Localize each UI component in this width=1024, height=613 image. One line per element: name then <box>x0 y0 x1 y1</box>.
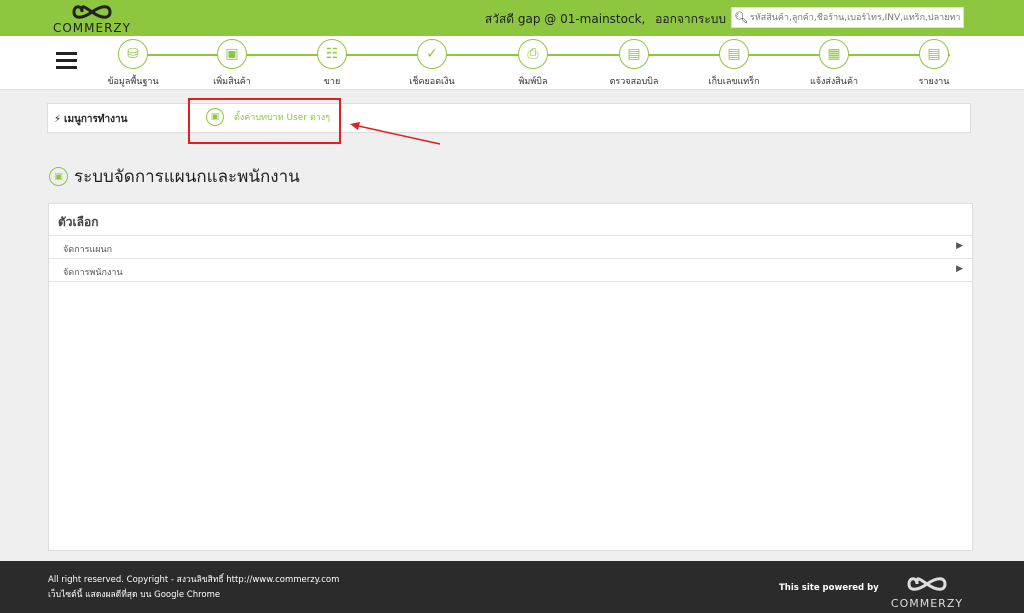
footer-powered-by: This site powered by <box>779 583 879 593</box>
options-header: ตัวเลือก <box>49 204 972 236</box>
nav-label: แจ้งส่งสินค้า <box>809 77 859 87</box>
nav-item-tracking[interactable]: ▤ เก็บเลขแทร็ก <box>694 39 774 88</box>
option-manage-employees[interactable]: จัดการพนักงาน ▶ <box>49 259 972 282</box>
infinity-logo-icon <box>72 5 112 19</box>
report-icon: ▤ <box>919 39 949 69</box>
annotation-highlight-box <box>188 98 341 144</box>
page-title: ▣ ระบบจัดการแผนกและพนักงาน <box>49 163 300 190</box>
option-label: จัดการแผนก <box>63 245 113 255</box>
logo-text: COMMERZY <box>52 21 131 35</box>
nav-label: พิมพ์บิล <box>518 77 548 87</box>
cash-register-icon: ☷ <box>317 39 347 69</box>
printer-icon: ⎙ <box>518 39 548 69</box>
nav-label: เช็คยอดเงิน <box>409 77 455 87</box>
nav-item-shipping[interactable]: ▦ แจ้งส่งสินค้า <box>794 39 874 88</box>
hamburger-menu-icon[interactable] <box>56 52 77 70</box>
truck-icon: ▦ <box>819 39 849 69</box>
nav-label: รายงาน <box>918 77 950 87</box>
scanner-icon: ▤ <box>619 39 649 69</box>
annotation-arrow-icon <box>350 122 441 145</box>
footer: All right reserved. Copyright - สงวนลิขส… <box>0 561 1024 613</box>
nav-item-check-money[interactable]: ✓ เช็คยอดเงิน <box>392 39 472 88</box>
nav-label: เก็บเลขแทร็ก <box>708 77 760 87</box>
global-search[interactable]: 🔍︎ <box>731 7 964 28</box>
work-menu-title-text: เมนูการทำงาน <box>64 114 128 125</box>
footer-browser-note: เว็บไซต์นี้ แสดงผลดีที่สุด บน Google Chr… <box>48 590 221 600</box>
gift-icon: ▣ <box>49 167 68 186</box>
top-bar: COMMERZY สวัสดี gap @ 01-mainstock, ออกจ… <box>0 0 1024 36</box>
caret-right-icon: ▶ <box>956 264 963 274</box>
footer-logo-text: COMMERZY <box>890 597 964 610</box>
nav-item-basic-data[interactable]: ⛁ ข้อมูลพื้นฐาน <box>93 39 173 88</box>
commerzy-logo[interactable]: COMMERZY <box>46 2 138 36</box>
nav-label: เพิ่มสินค้า <box>213 77 251 87</box>
logout-link[interactable]: ออกจากระบบ <box>655 12 726 26</box>
lightning-icon: ⚡︎ <box>54 114 62 125</box>
nav-label: ข้อมูลพื้นฐาน <box>107 77 159 87</box>
option-label: จัดการพนักงาน <box>63 268 123 278</box>
greeting-text: สวัสดี gap @ 01-mainstock, <box>484 12 646 26</box>
nav-item-verify-bill[interactable]: ▤ ตรวจสอบบิล <box>594 39 674 88</box>
options-panel: ตัวเลือก จัดการแผนก ▶ จัดการพนักงาน ▶ <box>48 203 973 551</box>
work-menu-bar: ⚡︎ เมนูการทำงาน ▣ ตั้งค่าบทบาท User ต่างๆ <box>47 103 971 133</box>
nav-item-sell[interactable]: ☷ ขาย <box>292 39 372 88</box>
infinity-logo-icon <box>907 577 947 591</box>
caret-right-icon: ▶ <box>956 241 963 251</box>
option-manage-departments[interactable]: จัดการแผนก ▶ <box>49 236 972 259</box>
work-menu-title: ⚡︎ เมนูการทำงาน <box>54 112 127 127</box>
main-nav: ⛁ ข้อมูลพื้นฐาน ▣ เพิ่มสินค้า ☷ ขาย ✓ เช… <box>0 36 1024 90</box>
nav-item-report[interactable]: ▤ รายงาน <box>894 39 974 88</box>
check-money-icon: ✓ <box>417 39 447 69</box>
search-input[interactable] <box>750 12 960 23</box>
footer-commerzy-logo: COMMERZY <box>880 574 974 610</box>
barcode-scanner-icon: ▤ <box>719 39 749 69</box>
nav-label: ตรวจสอบบิล <box>609 77 659 87</box>
database-icon: ⛁ <box>118 39 148 69</box>
page-title-text: ระบบจัดการแผนกและพนักงาน <box>74 167 300 187</box>
nav-item-add-product[interactable]: ▣ เพิ่มสินค้า <box>192 39 272 88</box>
nav-label: ขาย <box>323 77 341 87</box>
footer-copyright: All right reserved. Copyright - สงวนลิขส… <box>48 575 340 585</box>
search-icon: 🔍︎ <box>734 11 748 24</box>
user-greeting: สวัสดี gap @ 01-mainstock, ออกจากระบบ <box>485 10 726 29</box>
nav-item-print-bill[interactable]: ⎙ พิมพ์บิล <box>493 39 573 88</box>
box-icon: ▣ <box>217 39 247 69</box>
